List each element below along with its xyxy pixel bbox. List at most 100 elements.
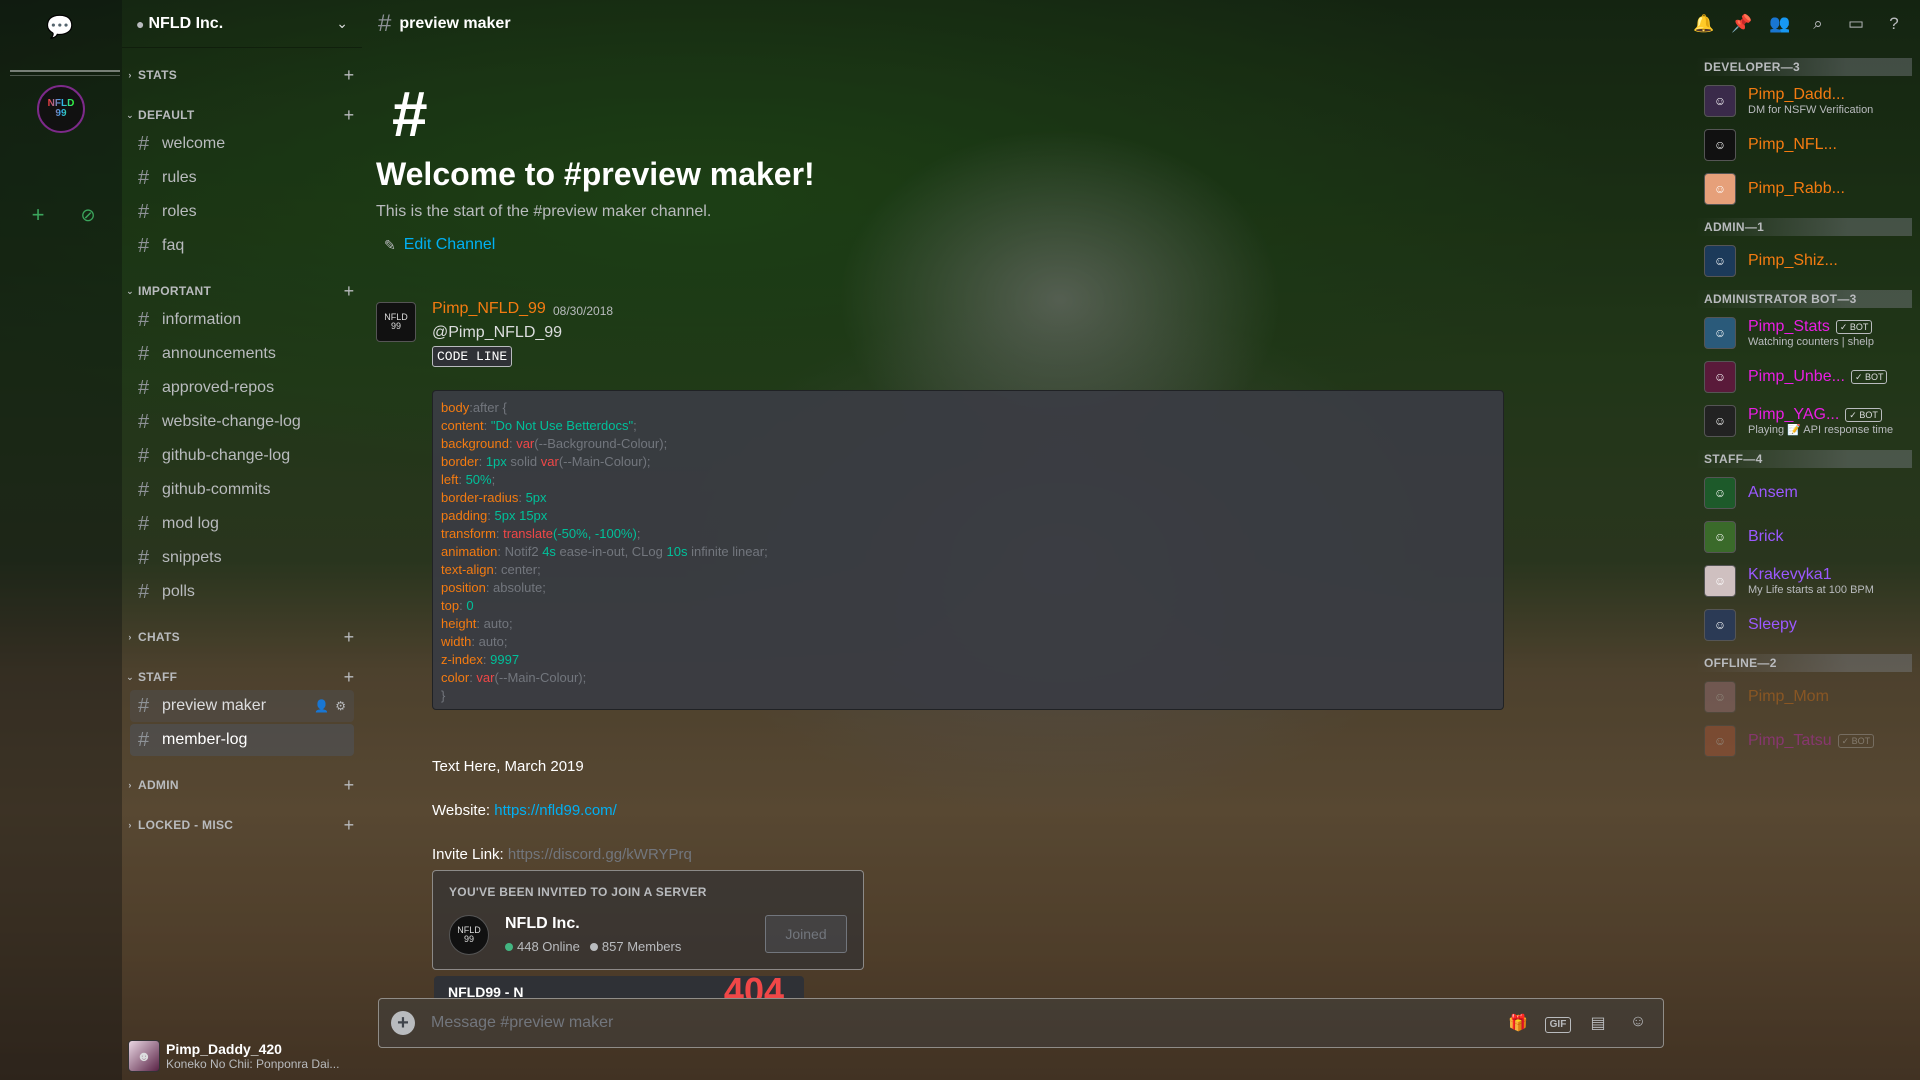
member-item[interactable]: ☺ Brick [1696,516,1912,558]
member-item[interactable]: ☺ Krakevyka1 My Life starts at 100 BPM [1696,560,1912,602]
channel-snippets[interactable]: # snippets [130,542,354,574]
add-channel-icon[interactable]: + [336,281,362,302]
member-item[interactable]: ☺ Pimp_Stats ✓ BOT Watching counters | shel… [1696,312,1912,354]
channel-preview-maker[interactable]: # preview maker 👤 ⚙ [130,690,354,722]
server-header[interactable]: ● NFLD Inc. ⌄ [122,0,362,48]
member-name: Pimp_Shiz... [1748,252,1838,269]
add-channel-icon[interactable]: + [336,775,362,796]
channel-rules[interactable]: # rules [130,162,354,194]
direct-messages-icon[interactable]: 💬 [45,14,75,39]
code-line: left: 50%; [441,472,496,487]
category-default[interactable]: ⌄ DEFAULT + [122,105,362,126]
channel-github-change-log[interactable]: # github-change-log [130,440,354,472]
sticker-icon[interactable]: ▤ [1585,1013,1611,1033]
member-item[interactable]: ☺ Pimp_Shiz... [1696,240,1912,282]
gif-icon[interactable]: GIF [1545,1017,1571,1033]
hash-icon: # [138,132,150,155]
member-activity: My Life starts at 100 BPM [1748,583,1874,596]
channel-polls[interactable]: # polls [130,576,354,608]
member-item[interactable]: ☺ Ansem [1696,472,1912,514]
category-stats[interactable]: › STATS + [122,65,362,86]
members-icon[interactable]: 👥 [1768,12,1792,36]
category-important[interactable]: ⌄ IMPORTANT + [122,281,362,302]
emoji-icon[interactable]: ☺ [1625,1013,1651,1033]
member-name: Ansem [1748,484,1798,501]
channel-label: snippets [162,549,222,566]
channel-website-change-log[interactable]: # website-change-log [130,406,354,438]
member-item[interactable]: ☺ Pimp_Unbe... ✓ BOT [1696,356,1912,398]
avatar: ☺ [1704,85,1736,117]
code-line: position: absolute; [441,580,546,595]
channel-information[interactable]: # information [130,304,354,336]
message-input[interactable]: Message #preview maker [431,1014,1505,1032]
code-line: } [441,688,446,703]
channel-roles[interactable]: # roles [130,196,354,228]
pin-icon[interactable]: 📌 [1730,12,1754,36]
avatar[interactable]: ☻ [128,1040,160,1072]
member-name-row: Pimp_NFL... [1748,136,1904,154]
member-name-row: Brick [1748,528,1904,546]
category-arrow-icon: › [128,820,132,830]
joined-button[interactable]: Joined [765,915,847,953]
channel-welcome[interactable]: # welcome [130,128,354,160]
code-line: border-radius: 5px [441,490,547,505]
channel-mod-log[interactable]: # mod log [130,508,354,540]
member-item[interactable]: ☺ Pimp_Rabb... [1696,168,1912,210]
channel-approved-repos[interactable]: # approved-repos [130,372,354,404]
website-link[interactable]: https://nfld99.com/ [494,802,617,819]
add-channel-icon[interactable]: + [336,105,362,126]
member-info: Pimp_Unbe... ✓ BOT [1748,368,1904,386]
hash-icon: # [138,546,150,569]
member-item[interactable]: ☺ Pimp_NFL... [1696,124,1912,166]
member-item[interactable]: ☺ Pimp_Dadd... DM for NSFW Verification [1696,80,1912,122]
member-item[interactable]: ☺ Pimp_YAG... ✓ BOT Playing 📝 API response … [1696,400,1912,442]
message-avatar[interactable]: NFLD 99 [376,302,416,342]
code-line: width: auto; [441,634,508,649]
bell-icon[interactable]: 🔔 [1692,12,1716,36]
invite-icon[interactable]: 👤 [314,699,329,713]
inbox-icon[interactable]: ▭ [1844,12,1868,36]
server-icon-nfld[interactable]: NFLD 99 [37,85,85,133]
code-line: body:after { [441,400,507,415]
category-staff[interactable]: ⌄ STAFF + [122,667,362,688]
rail-separator [10,75,120,76]
member-item[interactable]: ☺ Pimp_Tatsu ✓ BOT [1696,720,1912,762]
message-author[interactable]: Pimp_NFLD_99 [432,300,546,318]
member-item[interactable]: ☺ Sleepy [1696,604,1912,646]
invite-server-name: NFLD Inc. [505,915,580,932]
channel-faq[interactable]: # faq [130,230,354,262]
member-group-header: STAFF—4 [1696,450,1912,468]
member-list: DEVELOPER—3 ☺ Pimp_Dadd... DM for NSFW Veri… [1688,48,1920,1080]
member-activity: Playing 📝 API response time [1748,423,1894,436]
server-rail: 💬 NFLD 99 + ⊘ [0,0,122,1080]
channel-announcements[interactable]: # announcements [130,338,354,370]
add-channel-icon[interactable]: + [336,667,362,688]
help-icon[interactable]: ? [1882,12,1906,36]
message-mention[interactable]: @Pimp_NFLD_99 [432,324,562,342]
inline-code: CODE LINE [432,346,513,367]
add-channel-icon[interactable]: + [336,815,362,836]
hash-icon: # [138,166,150,189]
member-item[interactable]: ☺ Pimp_Mom [1696,676,1912,718]
category-admin[interactable]: › ADMIN + [122,775,362,796]
explore-servers-icon[interactable]: ⊘ [76,203,100,227]
channel-label: welcome [162,135,226,152]
invite-link[interactable]: https://discord.gg/kWRYPrq [508,846,692,863]
edit-channel-link[interactable]: ✎ Edit Channel [384,236,495,254]
add-channel-icon[interactable]: + [336,65,362,86]
channel-member-log[interactable]: # member-log [130,724,354,756]
search-icon[interactable]: ⌕ [1806,12,1830,36]
category-arrow-icon: ⌄ [126,109,134,120]
category-locked-misc[interactable]: › LOCKED - MISC + [122,815,362,836]
category-label: IMPORTANT [138,284,212,298]
channel-github-commits[interactable]: # github-commits [130,474,354,506]
upload-plus-icon[interactable]: + [391,1011,415,1035]
gift-icon[interactable]: 🎁 [1505,1013,1531,1033]
add-server-icon[interactable]: + [26,203,50,227]
add-channel-icon[interactable]: + [336,627,362,648]
category-chats[interactable]: › CHATS + [122,627,362,648]
gear-icon[interactable]: ⚙ [335,699,346,713]
code-line: background: var(--Background-Colour); [441,436,668,451]
member-name-row: Ansem [1748,484,1904,502]
member-info: Brick [1748,528,1904,546]
